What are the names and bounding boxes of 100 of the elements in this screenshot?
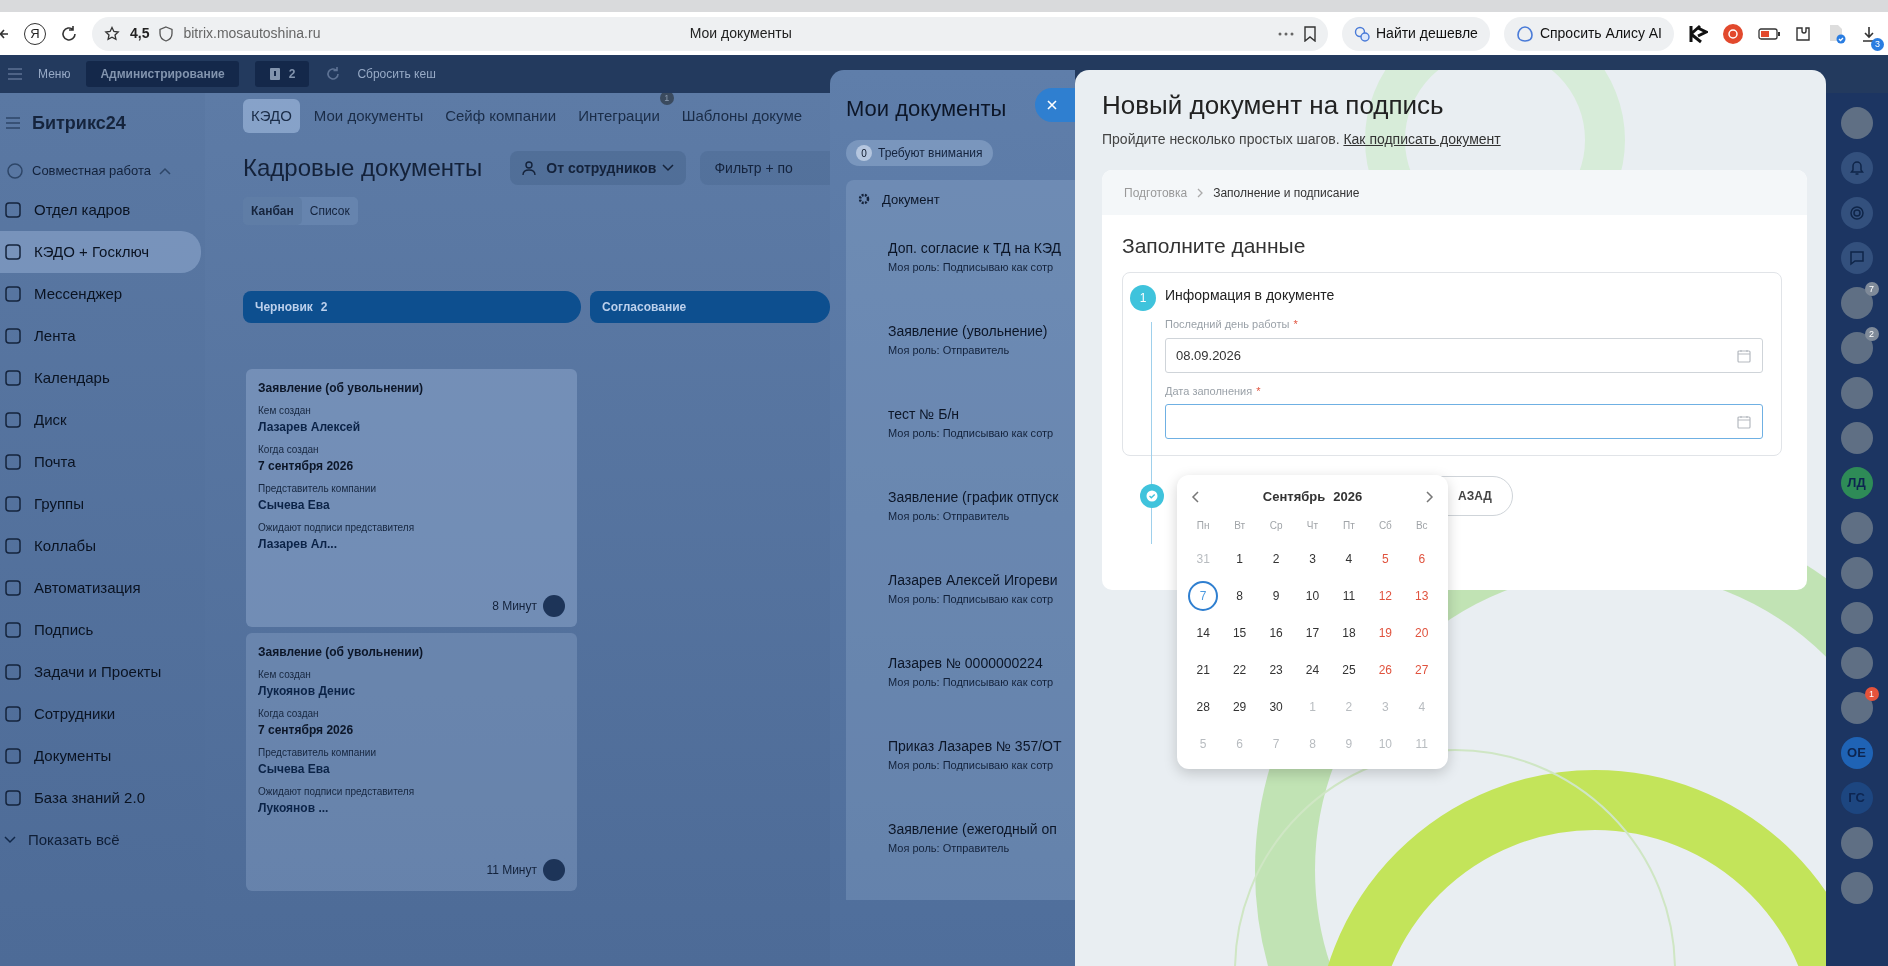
- calendar-day[interactable]: 11: [1333, 581, 1364, 612]
- calendar-day[interactable]: 6: [1406, 544, 1437, 575]
- calendar-icon[interactable]: [1737, 348, 1751, 363]
- avatar-photo[interactable]: [1840, 827, 1873, 859]
- section-title[interactable]: Совместная работа: [32, 161, 151, 181]
- avatar-photo[interactable]: [1840, 422, 1873, 454]
- attention-filter[interactable]: 0 Требуют внимания: [846, 140, 993, 167]
- calendar-icon[interactable]: [1737, 415, 1751, 430]
- document-title[interactable]: Заявление (ежегодный оп: [888, 819, 1075, 841]
- calendar-day[interactable]: 13: [1406, 581, 1437, 612]
- address-bar[interactable]: 4,5 bitrix.mosautoshina.ru Мои документы: [92, 16, 1328, 51]
- gear-icon[interactable]: [858, 193, 870, 206]
- calendar-day[interactable]: 24: [1297, 655, 1328, 686]
- chat-icon[interactable]: [1847, 249, 1866, 267]
- calendar-day[interactable]: 23: [1261, 655, 1292, 686]
- sidebar-item[interactable]: Календарь: [0, 357, 201, 399]
- avatar-photo[interactable]: [1840, 647, 1873, 679]
- avatar-photo[interactable]: [1840, 692, 1873, 724]
- notes-button[interactable]: 2: [254, 61, 310, 87]
- calendar-day[interactable]: 22: [1224, 655, 1255, 686]
- document-title[interactable]: Доп. согласие к ТД на КЭД: [888, 238, 1075, 260]
- sidebar-item[interactable]: Автоматизация: [0, 567, 201, 609]
- sidebar-item[interactable]: Задачи и Проекты: [0, 651, 201, 693]
- bookmark-icon[interactable]: [1304, 25, 1316, 42]
- calendar-day[interactable]: 21: [1188, 655, 1219, 686]
- calendar-day[interactable]: 3: [1297, 544, 1328, 575]
- calendar-day[interactable]: 18: [1333, 618, 1364, 649]
- calendar-day[interactable]: 8: [1224, 581, 1255, 612]
- admin-button[interactable]: Администрирование: [86, 61, 239, 87]
- calendar-day[interactable]: 1: [1224, 544, 1255, 575]
- battery-icon[interactable]: [1758, 27, 1780, 40]
- avatar-photo[interactable]: [1840, 557, 1873, 589]
- calendar-day[interactable]: 15: [1224, 618, 1255, 649]
- calendar-day[interactable]: 30: [1261, 692, 1292, 723]
- ask-alice-button[interactable]: Спросить Алису AI: [1503, 16, 1674, 51]
- reload-icon[interactable]: [60, 24, 78, 43]
- sidebar-item[interactable]: Диск: [0, 399, 201, 441]
- chevron-up-icon[interactable]: [158, 167, 171, 175]
- find-cheaper-button[interactable]: Найти дешевле: [1342, 16, 1490, 51]
- nav-tab[interactable]: Шаблоны докуме: [673, 98, 811, 134]
- calendar-day[interactable]: 12: [1370, 581, 1401, 612]
- sidebar-item[interactable]: Группы: [0, 483, 201, 525]
- sidebar-item[interactable]: Коллабы: [0, 525, 201, 567]
- calendar-day[interactable]: 20: [1406, 618, 1437, 649]
- circle-extension-icon[interactable]: [1722, 22, 1744, 45]
- breadcrumb-item[interactable]: Подготовка: [1124, 183, 1188, 202]
- sidebar-item[interactable]: Мессенджер: [0, 273, 201, 315]
- chevron-left-icon[interactable]: [1191, 491, 1199, 504]
- nav-tab[interactable]: КЭДО: [243, 98, 300, 134]
- reset-cache-link[interactable]: Сбросить кеш: [357, 65, 436, 83]
- calendar-day[interactable]: 7: [1188, 581, 1219, 612]
- avatar-photo[interactable]: [1840, 107, 1873, 139]
- month-label[interactable]: Сентябрь: [1262, 487, 1326, 507]
- sidebar-item[interactable]: Подпись: [0, 609, 201, 651]
- avatar-photo[interactable]: [1840, 602, 1873, 634]
- extension-k-icon[interactable]: [1688, 23, 1708, 44]
- puzzle-icon[interactable]: [1794, 24, 1812, 43]
- document-title[interactable]: Приказ Лазарев № 357/ОТ: [888, 736, 1075, 758]
- calendar-day[interactable]: 10: [1297, 581, 1328, 612]
- bell-icon[interactable]: [1847, 159, 1866, 177]
- nav-tab[interactable]: Мои документы: [305, 98, 432, 134]
- avatar-photo[interactable]: [1840, 332, 1873, 364]
- document-title[interactable]: Заявление (увольнение): [888, 321, 1075, 343]
- calendar-day[interactable]: 28: [1188, 692, 1219, 723]
- document-title[interactable]: Заявление (график отпуск: [888, 487, 1075, 509]
- menu-icon[interactable]: [6, 117, 20, 129]
- document-title[interactable]: тест № Б/н: [888, 404, 1075, 426]
- view-tab[interactable]: Список: [301, 197, 358, 225]
- person-link[interactable]: Сычева Ева: [258, 496, 565, 514]
- sidebar-item[interactable]: Документы: [0, 735, 201, 777]
- calendar-day[interactable]: 26: [1370, 655, 1401, 686]
- calendar-day[interactable]: 2: [1261, 544, 1292, 575]
- kanban-card[interactable]: Заявление (об увольнении) Кем создан Лукоянов Денис Когда создан 7 сентября 2026 Представитель компании Сычева Ева Ожидают подписи представителя Лукоянов ... 11 Минут: [246, 633, 577, 891]
- sidebar-item[interactable]: Лента: [0, 315, 201, 357]
- calendar-day[interactable]: 25: [1333, 655, 1364, 686]
- calendar-day[interactable]: 4: [1333, 544, 1364, 575]
- avatar-initials[interactable]: ЛД: [1840, 467, 1873, 499]
- sidebar-item[interactable]: Сотрудники: [0, 693, 201, 735]
- sidebar-item[interactable]: Почта: [0, 441, 201, 483]
- calendar-day[interactable]: 5: [1370, 544, 1401, 575]
- document-title[interactable]: Лазарев № 0000000224: [888, 653, 1075, 675]
- spiral-icon[interactable]: [1847, 204, 1866, 222]
- person-link[interactable]: Лазарев Алексей: [258, 418, 565, 436]
- calendar-day[interactable]: 19: [1370, 618, 1401, 649]
- chevron-right-icon[interactable]: [1426, 491, 1434, 504]
- person-link[interactable]: Лукоянов Денис: [258, 682, 565, 700]
- menu-icon[interactable]: [8, 68, 22, 80]
- avatar-photo[interactable]: [1840, 872, 1873, 904]
- refresh-icon[interactable]: [325, 66, 342, 82]
- avatar-photo[interactable]: [1840, 512, 1873, 544]
- filter-dropdown[interactable]: От сотрудников: [510, 151, 687, 185]
- avatar-initials[interactable]: ОЕ: [1840, 737, 1873, 769]
- sidebar-item[interactable]: Отдел кадров: [0, 189, 201, 231]
- year-label[interactable]: 2026: [1333, 487, 1363, 507]
- show-all-link[interactable]: Показать всё: [0, 819, 201, 861]
- calendar-day[interactable]: 17: [1297, 618, 1328, 649]
- calendar-day[interactable]: 27: [1406, 655, 1437, 686]
- avatar-photo[interactable]: [1840, 377, 1873, 409]
- calendar-day[interactable]: 29: [1224, 692, 1255, 723]
- breadcrumb-item[interactable]: Заполнение и подписание: [1213, 183, 1360, 202]
